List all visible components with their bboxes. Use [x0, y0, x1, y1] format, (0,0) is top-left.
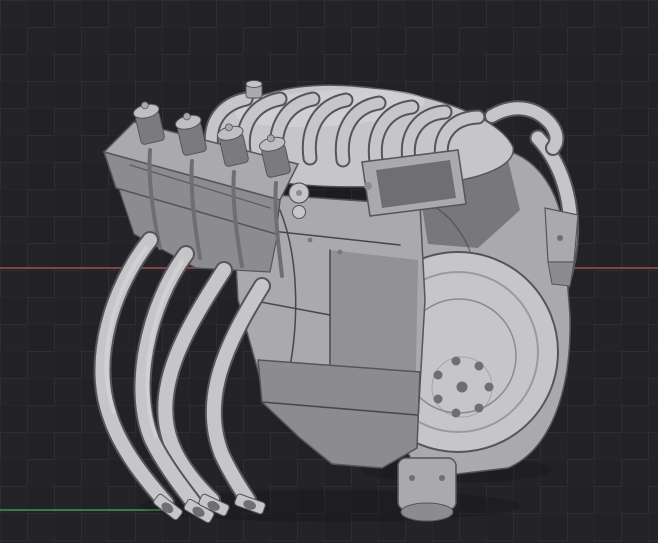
scene-svg — [0, 80, 658, 524]
flywheel-bolt — [484, 382, 494, 392]
throttle-box — [361, 149, 467, 217]
flywheel-bolt — [451, 408, 461, 418]
manifold-fitting — [245, 80, 263, 99]
flywheel-bolt — [474, 361, 484, 371]
flywheel-bolt — [433, 394, 443, 404]
flywheel-hub — [456, 381, 468, 393]
engine-model[interactable] — [93, 80, 580, 524]
oil-pan — [257, 359, 421, 469]
3d-viewport[interactable] — [0, 0, 658, 543]
flywheel-bolt — [474, 403, 484, 413]
starter-cylinder — [397, 457, 457, 522]
flywheel-bolt — [433, 370, 443, 380]
flywheel-bolt — [451, 356, 461, 366]
